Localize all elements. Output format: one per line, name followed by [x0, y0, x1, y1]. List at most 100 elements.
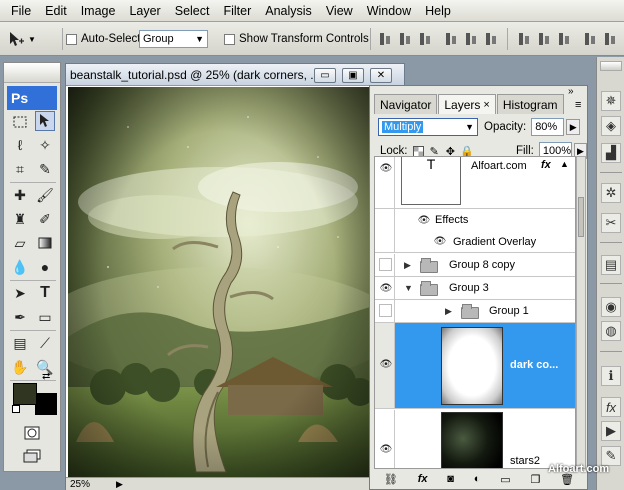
info-icon[interactable]: ℹ: [601, 366, 621, 386]
opacity-input[interactable]: 80%: [531, 118, 565, 136]
layer-effect-row[interactable]: 👁 Gradient Overlay: [375, 231, 575, 253]
layers-icon[interactable]: ◈: [601, 116, 621, 136]
notes-tool-icon[interactable]: ▤: [10, 333, 30, 353]
opacity-slider-button[interactable]: ▶: [566, 119, 581, 135]
add-style-icon[interactable]: fx: [418, 473, 428, 485]
new-group-icon[interactable]: ▭: [500, 473, 510, 486]
close-button[interactable]: ✕: [370, 68, 392, 83]
tool-presets-icon[interactable]: ✂: [601, 213, 621, 233]
gradient-tool-icon[interactable]: [35, 233, 55, 253]
distribute-vcenter-icon[interactable]: [536, 31, 552, 47]
eye-icon[interactable]: 👁: [433, 235, 447, 249]
auto-select-checkbox[interactable]: [66, 33, 77, 45]
minimize-button[interactable]: ▭: [314, 68, 336, 83]
color-icon[interactable]: ◉: [601, 297, 621, 317]
layer-row-selected[interactable]: 👁 dark co...: [375, 323, 575, 409]
clone-stamp-icon[interactable]: ♜: [10, 209, 30, 229]
blend-mode-dropdown[interactable]: Multiply ▼: [378, 118, 478, 136]
type-tool-icon[interactable]: T: [35, 283, 55, 303]
align-top-icon[interactable]: [377, 31, 393, 47]
maximize-button[interactable]: ▣: [342, 68, 364, 83]
menu-view[interactable]: View: [319, 0, 360, 22]
shape-tool-icon[interactable]: ▭: [35, 307, 55, 327]
layer-row[interactable]: 👁 stars2: [375, 410, 575, 468]
distribute-bottom-icon[interactable]: [556, 31, 572, 47]
navigator-icon[interactable]: ✵: [601, 91, 621, 111]
new-layer-icon[interactable]: ❐: [530, 473, 540, 486]
blur-tool-icon[interactable]: 💧: [10, 257, 30, 277]
pen-tool-icon[interactable]: ✒: [10, 307, 30, 327]
eye-icon[interactable]: 👁: [379, 357, 393, 371]
styles-icon[interactable]: fx: [601, 397, 621, 417]
distribute-top-icon[interactable]: [516, 31, 532, 47]
document-canvas[interactable]: [68, 87, 370, 477]
zoom-level[interactable]: 25%: [70, 479, 90, 490]
background-color-swatch[interactable]: [35, 393, 57, 415]
eye-icon[interactable]: 👁: [379, 281, 393, 295]
path-select-icon[interactable]: ➤: [10, 283, 30, 303]
menu-help[interactable]: Help: [418, 0, 458, 22]
link-layers-icon[interactable]: ⛓: [384, 473, 398, 486]
menu-select[interactable]: Select: [168, 0, 217, 22]
brushes-icon[interactable]: ✲: [601, 183, 621, 203]
distribute-left-icon[interactable]: [582, 31, 598, 47]
visibility-toggle-off[interactable]: [379, 304, 392, 317]
menu-file[interactable]: File: [4, 0, 38, 22]
move-tool-icon[interactable]: [35, 111, 55, 131]
layer-row-group[interactable]: 👁 ▼ Group 3: [375, 277, 575, 300]
history-brush-icon[interactable]: ✐: [35, 209, 55, 229]
healing-brush-icon[interactable]: ✚: [10, 185, 30, 205]
layer-row-group[interactable]: ▶ Group 1: [375, 300, 575, 323]
layer-effects-row[interactable]: 👁 Effects: [375, 209, 575, 231]
panel-collapse-icon[interactable]: »: [568, 86, 574, 97]
adjustment-layer-icon[interactable]: ◐: [474, 473, 481, 485]
foreground-color-swatch[interactable]: [13, 383, 37, 405]
menu-window[interactable]: Window: [360, 0, 418, 22]
slice-tool-icon[interactable]: ✎: [35, 159, 55, 179]
status-info-icon[interactable]: ▶: [116, 479, 123, 490]
auto-select-dropdown[interactable]: Group ▼: [139, 30, 208, 48]
swap-colors-icon[interactable]: ⇄: [42, 371, 50, 382]
actions-icon[interactable]: ▤: [601, 255, 621, 275]
menu-image[interactable]: Image: [74, 0, 123, 22]
eyedropper-tool-icon[interactable]: ⟋: [35, 333, 55, 353]
add-mask-icon[interactable]: ◙: [447, 473, 454, 485]
chevron-right-icon[interactable]: ▶: [404, 260, 411, 271]
layer-row-group[interactable]: ▶ Group 8 copy: [375, 254, 575, 277]
chevron-up-icon[interactable]: ▲: [560, 159, 569, 169]
screen-mode-icon[interactable]: [22, 446, 42, 466]
menu-layer[interactable]: Layer: [122, 0, 167, 22]
panel-menu-icon[interactable]: ≡: [575, 99, 581, 111]
chevron-down-icon[interactable]: ▼: [404, 283, 413, 293]
layer-row-text[interactable]: 👁 T Alfoart.com fx ▲: [375, 157, 575, 209]
marquee-tool-icon[interactable]: [10, 112, 30, 132]
eye-icon[interactable]: 👁: [417, 213, 431, 227]
eye-icon[interactable]: 👁: [379, 161, 393, 175]
histogram-icon[interactable]: ▟: [601, 143, 621, 163]
show-transform-checkbox[interactable]: [224, 33, 235, 45]
tab-layers[interactable]: Layers ×: [438, 94, 496, 114]
menu-analysis[interactable]: Analysis: [258, 0, 319, 22]
dock-grip[interactable]: [600, 61, 622, 71]
dodge-tool-icon[interactable]: ●: [35, 257, 55, 277]
hand-tool-icon[interactable]: ✋: [10, 357, 30, 377]
brush-tool-icon[interactable]: 🖌: [35, 185, 55, 205]
tab-histogram[interactable]: Histogram: [496, 94, 564, 114]
lasso-tool-icon[interactable]: ℓ: [10, 135, 30, 155]
menu-filter[interactable]: Filter: [216, 0, 258, 22]
magic-wand-icon[interactable]: ✧: [35, 135, 55, 155]
tab-navigator[interactable]: Navigator: [374, 94, 438, 114]
distribute-hcenter-icon[interactable]: [602, 31, 618, 47]
animation-icon[interactable]: ▶: [601, 421, 621, 441]
align-hcenter-icon[interactable]: [463, 31, 479, 47]
align-bottom-icon[interactable]: [417, 31, 433, 47]
visibility-toggle-off[interactable]: [379, 258, 392, 271]
default-colors-icon[interactable]: [12, 405, 20, 413]
swatches-icon[interactable]: ◍: [601, 321, 621, 341]
tool-preset-picker[interactable]: ▼: [4, 22, 36, 56]
layers-scrollbar[interactable]: [576, 156, 586, 469]
toolbox-grip[interactable]: [4, 63, 60, 83]
menu-edit[interactable]: Edit: [38, 0, 74, 22]
align-right-icon[interactable]: [483, 31, 499, 47]
close-icon[interactable]: ×: [483, 99, 489, 111]
